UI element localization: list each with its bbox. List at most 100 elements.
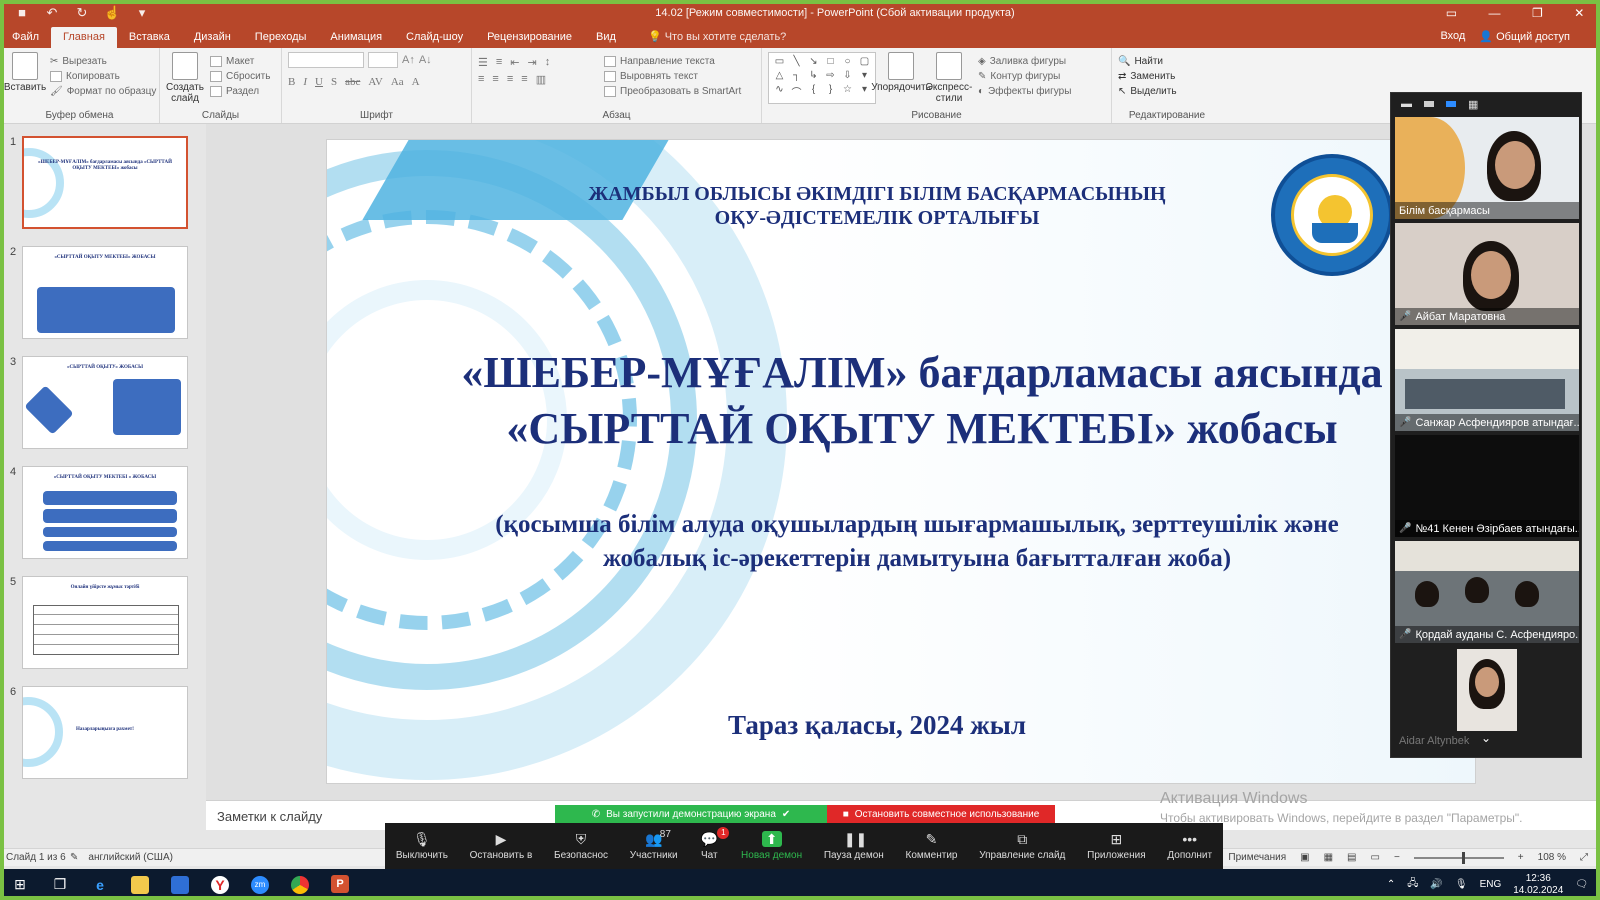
tab-transitions[interactable]: Переходы [243, 27, 319, 48]
shape-effects-button[interactable]: ◐ Эффекты фигуры [978, 86, 1071, 97]
zoom-level[interactable]: 108 % [1538, 852, 1566, 863]
smartart-button[interactable]: Преобразовать в SmartArt [604, 86, 741, 97]
scroll-down-icon[interactable]: ⌄ [1481, 731, 1491, 745]
strikethrough-icon[interactable]: abc [345, 76, 360, 88]
file-explorer-icon[interactable] [120, 869, 160, 900]
brace-left-shape-icon[interactable]: { [806, 84, 821, 100]
notifications-icon[interactable]: 🗨 [1575, 879, 1588, 890]
layout-button[interactable]: Макет [210, 56, 270, 67]
new-slide-button[interactable]: Создать слайд [166, 52, 204, 107]
justify-icon[interactable]: ≡ [521, 73, 527, 86]
shape-outline-button[interactable]: ✎ Контур фигуры [978, 71, 1071, 82]
tab-slideshow[interactable]: Слайд-шоу [394, 27, 475, 48]
zoom-app-icon[interactable]: zm [240, 869, 280, 900]
font-name-select[interactable] [288, 52, 364, 68]
close-icon[interactable]: ✕ [1574, 6, 1584, 20]
organization-title[interactable]: ЖАМБЫЛ ОБЛЫСЫ ӘКІМДІГІ БІЛІМ БАСҚАРМАСЫН… [527, 182, 1227, 230]
video-tile[interactable]: Aidar Altynbek ⌄ [1395, 647, 1579, 749]
tab-animation[interactable]: Анимация [318, 27, 394, 48]
pause-share-button[interactable]: ❚❚ Пауза демон [824, 831, 884, 861]
outdent-icon[interactable]: ⇥ [528, 56, 537, 69]
slide-thumbnail-1[interactable]: «ШЕБЕР-МҰҒАЛІМ» бағдарламасы аясында «СЫ… [22, 136, 188, 229]
slide-subtitle[interactable]: (қосымша білім алуда оқушылардың шығарма… [387, 508, 1447, 576]
edge-browser-icon[interactable]: e [80, 869, 120, 900]
keyboard-language[interactable]: ENG [1480, 879, 1502, 890]
save-icon[interactable]: ■ [14, 5, 30, 21]
zoom-slider[interactable] [1413, 851, 1504, 864]
slide-city-year[interactable]: Тараз қаласы, 2024 жыл [627, 710, 1127, 741]
powerpoint-app-icon[interactable]: P [320, 869, 360, 900]
slide-main-title[interactable]: «ШЕБЕР-МҰҒАЛІМ» бағдарламасы аясында «СЫ… [367, 345, 1475, 457]
line-spacing-icon[interactable]: ↕ [545, 56, 551, 69]
curve-shape-icon[interactable]: ∿ [772, 84, 787, 100]
calculator-app-icon[interactable] [160, 869, 200, 900]
brace-right-shape-icon[interactable]: } [823, 84, 838, 100]
share-button[interactable]: 👤 Общий доступ [1479, 30, 1570, 43]
text-direction-button[interactable]: Направление текста [604, 56, 741, 67]
mic-tray-icon[interactable]: 🎙 [1455, 879, 1468, 890]
grid-view-icon[interactable]: ▦ [1468, 98, 1478, 111]
star-shape-icon[interactable]: ☆ [840, 84, 855, 100]
format-painter-button[interactable]: 🖌 Формат по образцу [50, 86, 156, 97]
reset-button[interactable]: Сбросить [210, 71, 270, 82]
system-clock[interactable]: 12:36 14.02.2024 [1513, 873, 1563, 897]
language-indicator[interactable]: английский (США) [78, 852, 173, 863]
case-icon[interactable]: Aa [391, 76, 404, 88]
current-slide[interactable]: ЖАМБЫЛ ОБЛЫСЫ ӘКІМДІГІ БІЛІМ БАСҚАРМАСЫН… [326, 139, 1476, 784]
tab-insert[interactable]: Вставка [117, 27, 182, 48]
slideshow-view-icon[interactable]: ▭ [1371, 852, 1380, 863]
restore-icon[interactable]: ❐ [1532, 6, 1543, 20]
oval-shape-icon[interactable]: ○ [840, 56, 855, 68]
stop-video-button[interactable]: ▶ Остановить в [470, 831, 533, 861]
slide-thumbnail-3[interactable]: «СЫРТТАЙ ОҚЫТУ» ЖОБАСЫ [22, 356, 188, 449]
replace-button[interactable]: ⇄ Заменить [1118, 71, 1177, 82]
zoom-in-icon[interactable]: + [1518, 852, 1524, 863]
connector-shape-icon[interactable]: ↳ [806, 70, 821, 82]
shape-fill-button[interactable]: ◈ Заливка фигуры [978, 56, 1071, 67]
undo-icon[interactable]: ↶ [44, 5, 60, 21]
sorter-view-icon[interactable]: ▦ [1324, 852, 1333, 863]
italic-icon[interactable]: I [303, 76, 307, 88]
chrome-browser-icon[interactable] [280, 869, 320, 900]
speaker-view-icon[interactable] [1424, 101, 1434, 107]
slide-thumbnail-4[interactable]: «СЫРТТАЙ ОҚЫТУ МЕКТЕБІ » ЖОБАСЫ [22, 466, 188, 559]
customize-qat-icon[interactable]: ▾ [134, 5, 150, 21]
slide-control-button[interactable]: ⧉ Управление слайд [979, 831, 1065, 861]
zoom-out-icon[interactable]: − [1394, 852, 1400, 863]
font-size-select[interactable] [368, 52, 398, 68]
cut-button[interactable]: ✂ Вырезать [50, 56, 156, 67]
tray-expand-icon[interactable]: ⌃ [1387, 879, 1395, 890]
rect-shape-icon[interactable]: □ [823, 56, 838, 68]
textbox-shape-icon[interactable]: ▭ [772, 56, 787, 68]
normal-view-icon[interactable]: ▣ [1300, 852, 1309, 863]
bullets-icon[interactable]: ☰ [478, 56, 488, 69]
video-tile[interactable]: 🎤 Қордай ауданы С. Асфендияро... [1395, 541, 1579, 643]
columns-icon[interactable]: ▥ [536, 73, 546, 86]
triangle-shape-icon[interactable]: △ [772, 70, 787, 82]
align-center-icon[interactable]: ≡ [492, 73, 498, 86]
slide-thumbnail-2[interactable]: «СЫРТТАЙ ОҚЫТУ МЕКТЕБІ» ЖОБАСЫ [22, 246, 188, 339]
arc-shape-icon[interactable]: ⌒ [789, 84, 804, 100]
stop-share-button[interactable]: ■ Остановить совместное использование [827, 805, 1055, 823]
grow-font-icon[interactable]: A↑ [402, 54, 415, 66]
yandex-browser-icon[interactable]: Y [200, 869, 240, 900]
participants-button[interactable]: 👥 87 Участники [630, 829, 678, 861]
minimize-icon[interactable]: — [1489, 6, 1501, 20]
paste-button[interactable]: Вставить [4, 52, 46, 107]
numbering-icon[interactable]: ≡ [496, 56, 502, 69]
mute-button[interactable]: 🎙 Выключить [396, 831, 448, 861]
line-shape-icon[interactable]: ╲ [789, 56, 804, 68]
slide-thumbnail-5[interactable]: Онлайн үйірсте жұмыс тәртібі [22, 576, 188, 669]
notes-toggle[interactable]: Примечания [1228, 852, 1286, 863]
underline-icon[interactable]: U [315, 76, 323, 88]
tab-file[interactable]: Файл [0, 27, 51, 48]
arrange-button[interactable]: Упорядочить [871, 52, 931, 107]
shapes-gallery[interactable]: ▭ ╲ ↘ □ ○ ▢ △ ┐ ↳ ⇨ ⇩ ▾ ∿ ⌒{} ☆ ▾ [768, 52, 876, 104]
indent-icon[interactable]: ⇤ [510, 56, 519, 69]
chat-button[interactable]: 💬 1 Чат [699, 827, 730, 861]
arrow-shape-icon[interactable]: ↘ [806, 56, 821, 68]
start-windows-icon[interactable]: ⊞ [0, 869, 40, 900]
security-button[interactable]: ⛨ Безопаснос [554, 831, 608, 861]
shadow-icon[interactable]: S [331, 76, 337, 88]
right-arrow-shape-icon[interactable]: ⇨ [823, 70, 838, 82]
